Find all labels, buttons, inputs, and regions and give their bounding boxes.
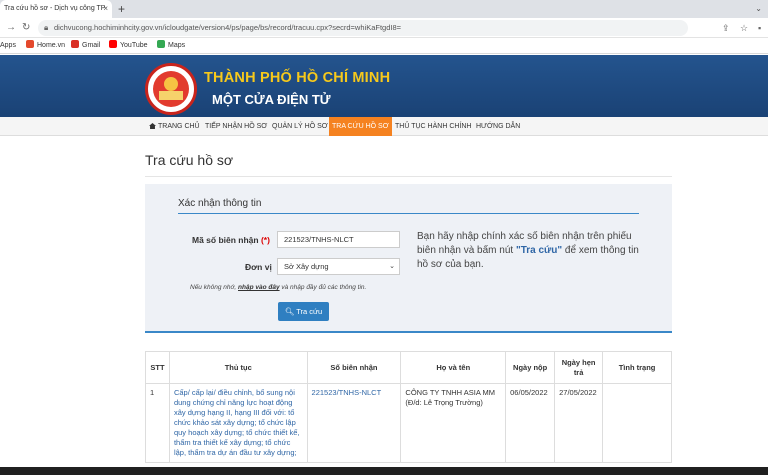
tab-title: Tra cứu hồ sơ - Dịch vụ công TP — [4, 5, 106, 12]
unit-select[interactable]: Sở Xây dựng ⌄ — [277, 258, 400, 275]
col-due: Ngày hẹn trả — [554, 351, 604, 384]
form-title: Xác nhận thông tin — [178, 198, 262, 209]
main-nav: TRANG CHỦ TIẾP NHẬN HỒ SƠ QUẢN LÝ HỒ SƠ … — [0, 117, 768, 136]
city-logo-icon[interactable] — [145, 63, 197, 115]
results-header-row: STT Thủ tục Số biên nhận Họ và tên Ngày … — [145, 351, 672, 384]
col-receipt: Số biên nhận — [306, 351, 402, 384]
site-title: THÀNH PHỐ HỒ CHÍ MINH — [204, 70, 391, 86]
col-name: Họ và tên — [400, 351, 507, 384]
row-receipt-link[interactable]: 221523/TNHS-NLCT — [306, 383, 402, 463]
bookmark-home-vn[interactable]: Home.vn — [26, 38, 65, 54]
browser-tab[interactable]: Tra cứu hồ sơ - Dịch vụ công TP × — [0, 0, 112, 18]
gmail-icon — [71, 40, 79, 48]
title-divider — [145, 176, 672, 177]
nav-manage-records[interactable]: QUẢN LÝ HỒ SƠ — [269, 117, 331, 136]
address-bar-row: → ↻ 🔒︎ dichvucong.hochiminhcity.gov.vn/i… — [0, 18, 768, 38]
lookup-hint: Bạn hãy nhập chính xác số biên nhận trên… — [417, 231, 639, 270]
form-note: Nếu không nhớ, nhập vào đây và nhập đầy … — [190, 284, 367, 291]
home-vn-icon — [26, 40, 34, 48]
page-title: Tra cứu hồ sơ — [145, 152, 234, 168]
nav-lookup-records[interactable]: TRA CỨU HỒ SƠ — [329, 117, 392, 136]
bookmark-gmail[interactable]: Gmail — [71, 38, 100, 54]
site-subtitle: MỘT CỬA ĐIỆN TỬ — [212, 92, 331, 107]
col-status: Tình trạng — [602, 351, 672, 384]
lookup-form: Xác nhận thông tin Mã số biên nhận (*) Đ… — [145, 184, 672, 333]
nav-receive-records[interactable]: TIẾP NHẬN HỒ SƠ — [202, 117, 270, 136]
browser-tab-bar: Tra cứu hồ sơ - Dịch vụ công TP × + ⌄ — [0, 0, 768, 18]
share-icon[interactable]: ⇪ — [722, 18, 730, 38]
search-button[interactable]: 🔍︎ Tra cứu — [278, 302, 329, 321]
col-procedure: Thủ tục — [168, 351, 308, 384]
nav-guide[interactable]: HƯỚNG DẪN — [473, 117, 523, 136]
tab-search-icon[interactable]: ⌄ — [755, 0, 762, 18]
os-taskbar — [0, 467, 768, 475]
youtube-icon — [109, 40, 117, 48]
row-stt: 1 — [145, 383, 170, 463]
omnibox[interactable]: 🔒︎ dichvucong.hochiminhcity.gov.vn/iclou… — [38, 20, 688, 36]
row-due: 27/05/2022 — [554, 383, 604, 463]
results-table: STT Thủ tục Số biên nhận Họ và tên Ngày … — [145, 351, 672, 463]
receipt-number-input[interactable] — [277, 231, 400, 248]
col-stt: STT — [145, 351, 170, 384]
new-tab-button[interactable]: + — [118, 0, 125, 18]
nav-home[interactable]: TRANG CHỦ — [146, 117, 203, 136]
bookmark-star-icon[interactable]: ☆ — [740, 18, 748, 38]
row-status — [602, 383, 672, 463]
bookmark-youtube[interactable]: YouTube — [109, 38, 148, 54]
bookmark-maps[interactable]: Maps — [157, 38, 185, 54]
bookmarks-bar: Apps Home.vn Gmail YouTube Maps — [0, 38, 768, 54]
col-submitted: Ngày nộp — [505, 351, 556, 384]
lock-icon[interactable]: 🔒︎ — [44, 20, 48, 36]
maps-icon — [157, 40, 165, 48]
menu-icon[interactable]: ▪ — [758, 18, 761, 38]
home-icon — [149, 123, 156, 129]
row-procedure-link[interactable]: Cấp/ cấp lại/ điều chỉnh, bổ sung nội du… — [168, 383, 308, 463]
enter-here-link[interactable]: nhập vào đây — [238, 284, 280, 291]
url-text[interactable]: dichvucong.hochiminhcity.gov.vn/icloudga… — [54, 20, 401, 36]
table-row: 1 Cấp/ cấp lại/ điều chỉnh, bổ sung nội … — [145, 383, 672, 463]
bookmark-apps[interactable]: Apps — [0, 38, 16, 54]
back-icon[interactable]: → — [6, 18, 16, 38]
unit-label: Đơn vị — [245, 262, 272, 272]
search-icon: 🔍︎ — [284, 307, 295, 316]
site-banner: THÀNH PHỐ HỒ CHÍ MINH MỘT CỬA ĐIỆN TỬ — [0, 55, 768, 117]
receipt-label: Mã số biên nhận (*) — [192, 235, 270, 245]
chevron-down-icon: ⌄ — [389, 263, 395, 270]
reload-icon[interactable]: ↻ — [22, 18, 30, 38]
nav-admin-procedures[interactable]: THỦ TỤC HÀNH CHÍNH — [392, 117, 474, 136]
form-title-divider — [178, 213, 639, 214]
row-submitted: 06/05/2022 — [505, 383, 556, 463]
tab-close-icon[interactable]: × — [103, 0, 108, 18]
row-name: CÔNG TY TNHH ASIA MM (Đ/d: Lê Trọng Trườ… — [400, 383, 507, 463]
